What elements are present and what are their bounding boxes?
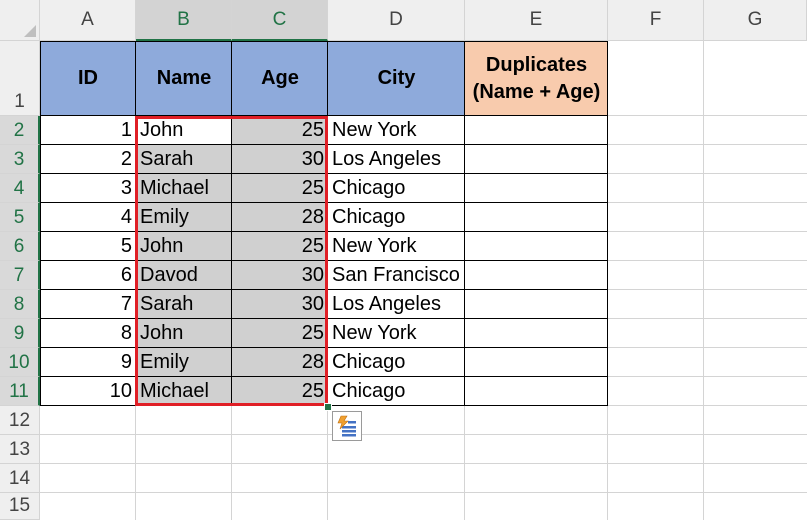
row-header-9[interactable]: 9 [0, 319, 40, 348]
quick-analysis-icon [337, 415, 356, 437]
gridline [40, 434, 807, 435]
select-all-triangle-icon [24, 25, 36, 37]
row-header-1[interactable]: 1 [0, 41, 40, 116]
selection-highlight-box [135, 116, 328, 406]
row-header-14[interactable]: 14 [0, 464, 40, 493]
row-header-3[interactable]: 3 [0, 145, 40, 174]
column-header-f[interactable]: F [608, 0, 704, 41]
column-header-e[interactable]: E [465, 0, 608, 41]
row-header-8[interactable]: 8 [0, 290, 40, 319]
select-all-corner[interactable] [0, 0, 40, 41]
column-header-g[interactable]: G [704, 0, 807, 41]
row-header-5[interactable]: 5 [0, 203, 40, 232]
row-header-15[interactable]: 15 [0, 493, 40, 520]
quick-analysis-button[interactable] [332, 411, 362, 441]
gridline [703, 41, 704, 520]
row-header-4[interactable]: 4 [0, 174, 40, 203]
table-line [464, 41, 465, 406]
gridline [40, 463, 807, 464]
column-header-c[interactable]: C [232, 0, 328, 41]
row-header-11[interactable]: 11 [0, 377, 40, 406]
column-header-a[interactable]: A [40, 0, 136, 41]
column-header-b[interactable]: B [136, 0, 232, 41]
row-header-12[interactable]: 12 [0, 406, 40, 435]
column-header-d[interactable]: D [328, 0, 465, 41]
row-header-7[interactable]: 7 [0, 261, 40, 290]
row-header-13[interactable]: 13 [0, 435, 40, 464]
gridline [40, 492, 807, 493]
row-header-2[interactable]: 2 [0, 116, 40, 145]
row-header-10[interactable]: 10 [0, 348, 40, 377]
fill-handle[interactable] [324, 403, 332, 411]
row-header-6[interactable]: 6 [0, 232, 40, 261]
